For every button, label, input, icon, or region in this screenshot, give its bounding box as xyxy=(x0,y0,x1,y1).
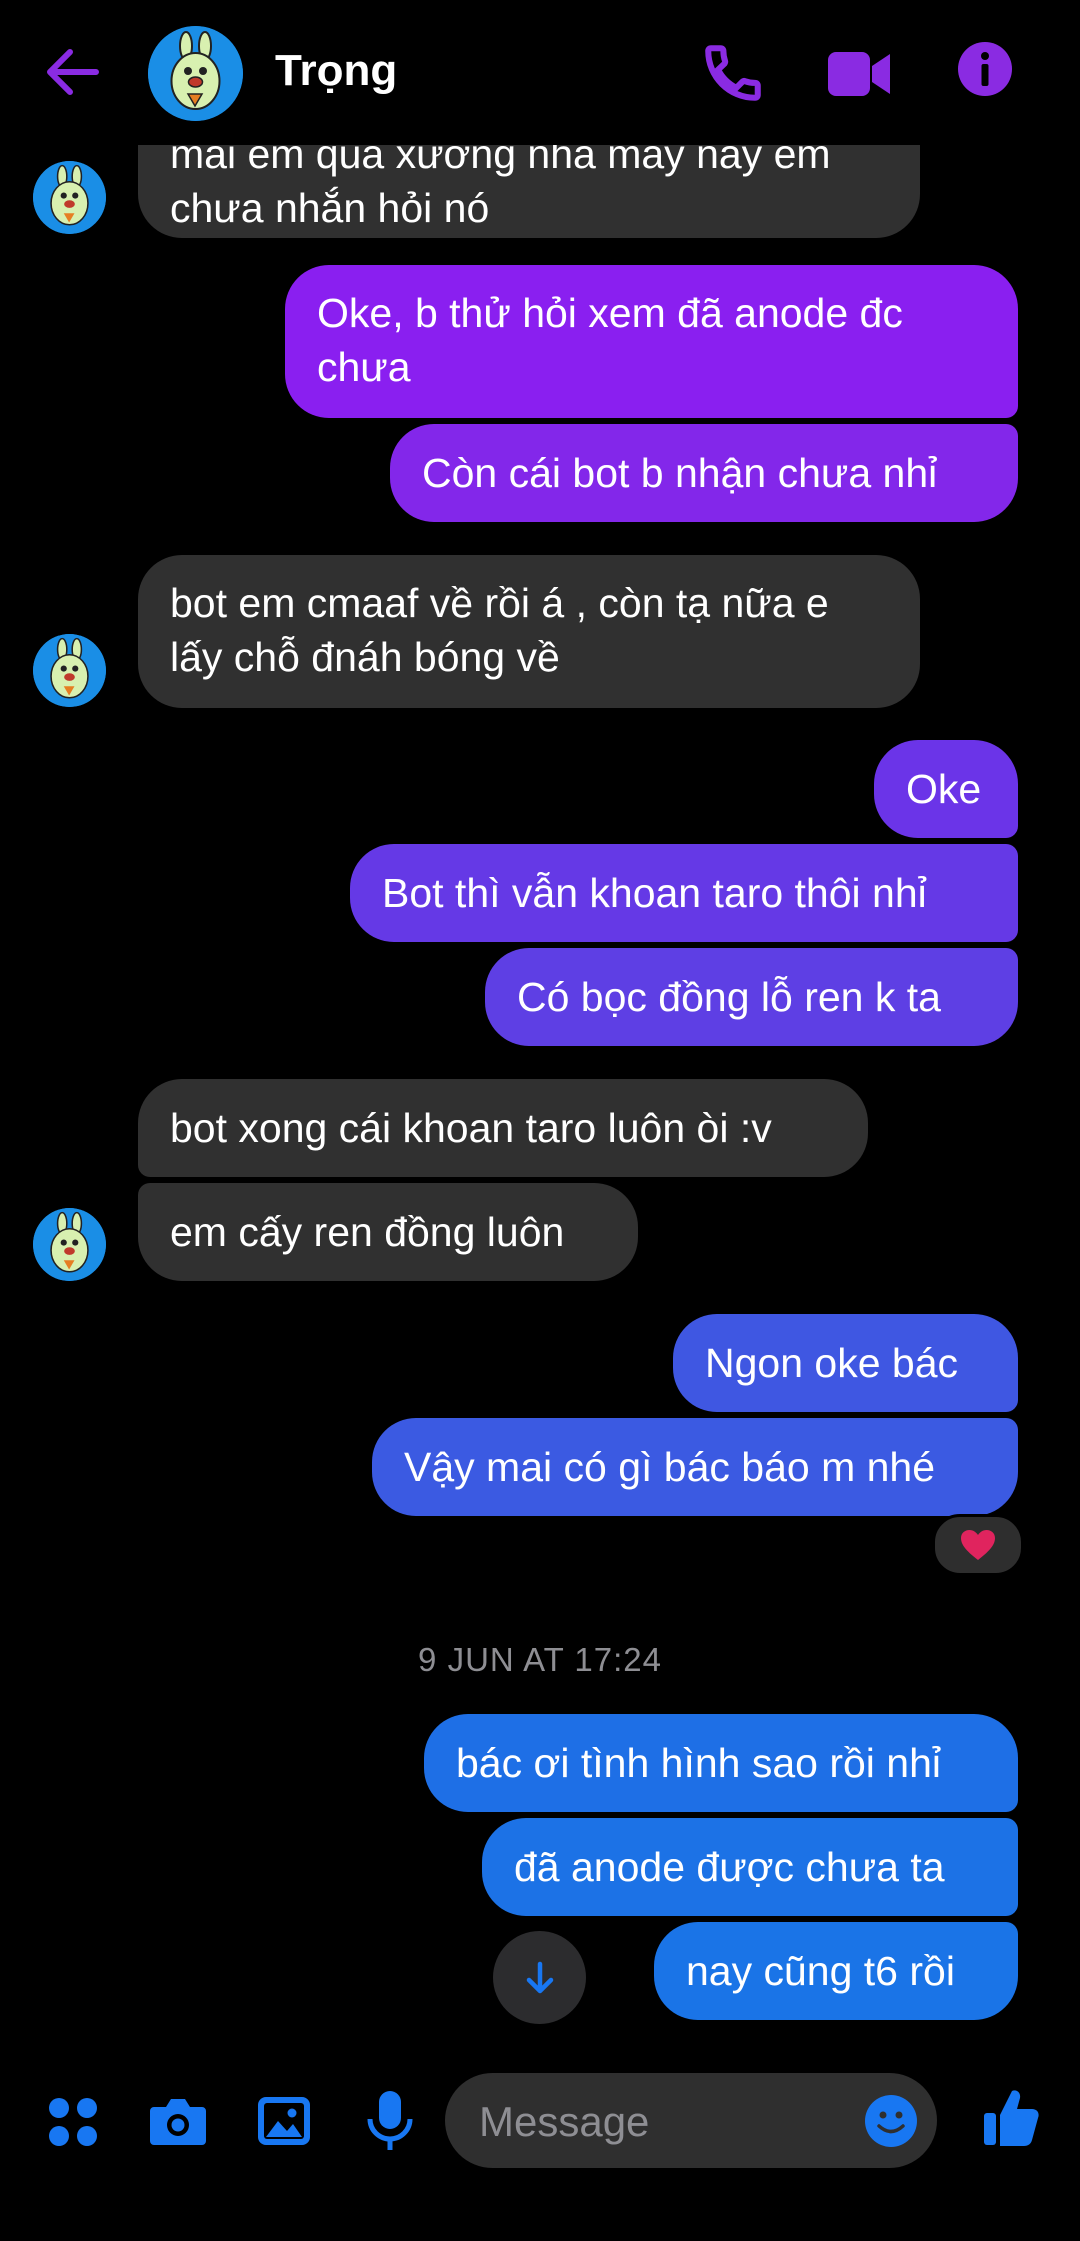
apps-grid-icon[interactable] xyxy=(46,2095,100,2149)
message-text: nay cũng t6 rồi xyxy=(686,1948,955,1994)
message-list[interactable]: mai em qua xưởng nhà máy nay em chưa nhắ… xyxy=(0,145,1080,2055)
scroll-to-bottom-button[interactable] xyxy=(493,1931,586,2024)
sender-avatar[interactable] xyxy=(33,634,106,707)
outgoing-message[interactable]: bác ơi tình hình sao rồi nhỉ xyxy=(424,1714,1018,1812)
composer-bar xyxy=(0,2055,1080,2241)
heart-icon xyxy=(961,1530,995,1560)
emoji-icon[interactable] xyxy=(863,2093,919,2149)
incoming-message[interactable]: bot xong cái khoan taro luôn òi :v xyxy=(138,1079,868,1177)
camera-icon[interactable] xyxy=(148,2093,208,2149)
back-arrow-icon[interactable] xyxy=(40,40,104,104)
message-text: Ngon oke bác xyxy=(705,1340,959,1386)
incoming-message[interactable]: bot em cmaaf về rồi á , còn tạ nữa e lấy… xyxy=(138,555,920,708)
message-field[interactable] xyxy=(445,2073,937,2170)
outgoing-message[interactable]: Còn cái bot b nhận chưa nhỉ xyxy=(390,424,1018,522)
message-line: chưa nhắn hỏi nó xyxy=(170,185,490,231)
outgoing-message[interactable]: nay cũng t6 rồi xyxy=(654,1922,1018,2020)
contact-avatar[interactable] xyxy=(148,26,243,121)
outgoing-message[interactable]: Oke, b thử hỏi xem đã anode đc chưa xyxy=(285,265,1018,418)
outgoing-message[interactable]: Có bọc đồng lỗ ren k ta xyxy=(485,948,1018,1046)
sender-avatar[interactable] xyxy=(33,161,106,234)
incoming-message[interactable]: em cấy ren đồng luôn xyxy=(138,1183,638,1281)
message-text: Oke xyxy=(906,766,982,812)
arrow-down-icon xyxy=(526,1961,553,1993)
message-text: bác ơi tình hình sao rồi nhỉ xyxy=(456,1740,942,1786)
gallery-icon[interactable] xyxy=(256,2093,312,2149)
message-text: bot xong cái khoan taro luôn òi :v xyxy=(170,1105,772,1151)
messenger-chat-screen: Trọng mai em qua xưởng nhà máy nay em ch… xyxy=(0,0,1080,2241)
message-text: Còn cái bot b nhận chưa nhỉ xyxy=(422,450,938,496)
sender-avatar[interactable] xyxy=(33,1208,106,1281)
outgoing-message[interactable]: Vậy mai có gì bác báo m nhé xyxy=(372,1418,1018,1516)
microphone-icon[interactable] xyxy=(366,2089,414,2153)
outgoing-message[interactable]: đã anode được chưa ta xyxy=(482,1818,1018,1916)
timestamp-divider: 9 JUN AT 17:24 xyxy=(418,1641,662,1678)
message-text: em cấy ren đồng luôn xyxy=(170,1209,565,1255)
video-camera-icon[interactable] xyxy=(826,46,892,102)
chat-header: Trọng xyxy=(0,0,1080,145)
message-text: đã anode được chưa ta xyxy=(514,1844,945,1890)
outgoing-message[interactable]: Oke xyxy=(874,740,1018,838)
info-icon[interactable] xyxy=(956,40,1014,98)
message-text: Oke, b thử hỏi xem đã anode đc chưa xyxy=(317,290,903,390)
message-input[interactable] xyxy=(477,2073,841,2170)
contact-name[interactable]: Trọng xyxy=(275,46,397,96)
phone-icon[interactable] xyxy=(700,40,766,106)
outgoing-message[interactable]: Ngon oke bác xyxy=(673,1314,1018,1412)
message-text: bot em cmaaf về rồi á , còn tạ nữa e lấy… xyxy=(170,580,829,680)
incoming-message[interactable]: mai em qua xưởng nhà máy nay em chưa nhắ… xyxy=(138,145,920,238)
thumbs-up-icon[interactable] xyxy=(982,2087,1040,2149)
outgoing-message[interactable]: Bot thì vẫn khoan taro thôi nhỉ xyxy=(350,844,1018,942)
message-line: mai em qua xưởng nhà máy nay em xyxy=(170,145,831,177)
message-text: Có bọc đồng lỗ ren k ta xyxy=(517,974,941,1020)
message-text: Bot thì vẫn khoan taro thôi nhỉ xyxy=(382,870,927,916)
message-text: Vậy mai có gì bác báo m nhé xyxy=(404,1444,936,1490)
heart-reaction[interactable] xyxy=(932,1514,1024,1576)
